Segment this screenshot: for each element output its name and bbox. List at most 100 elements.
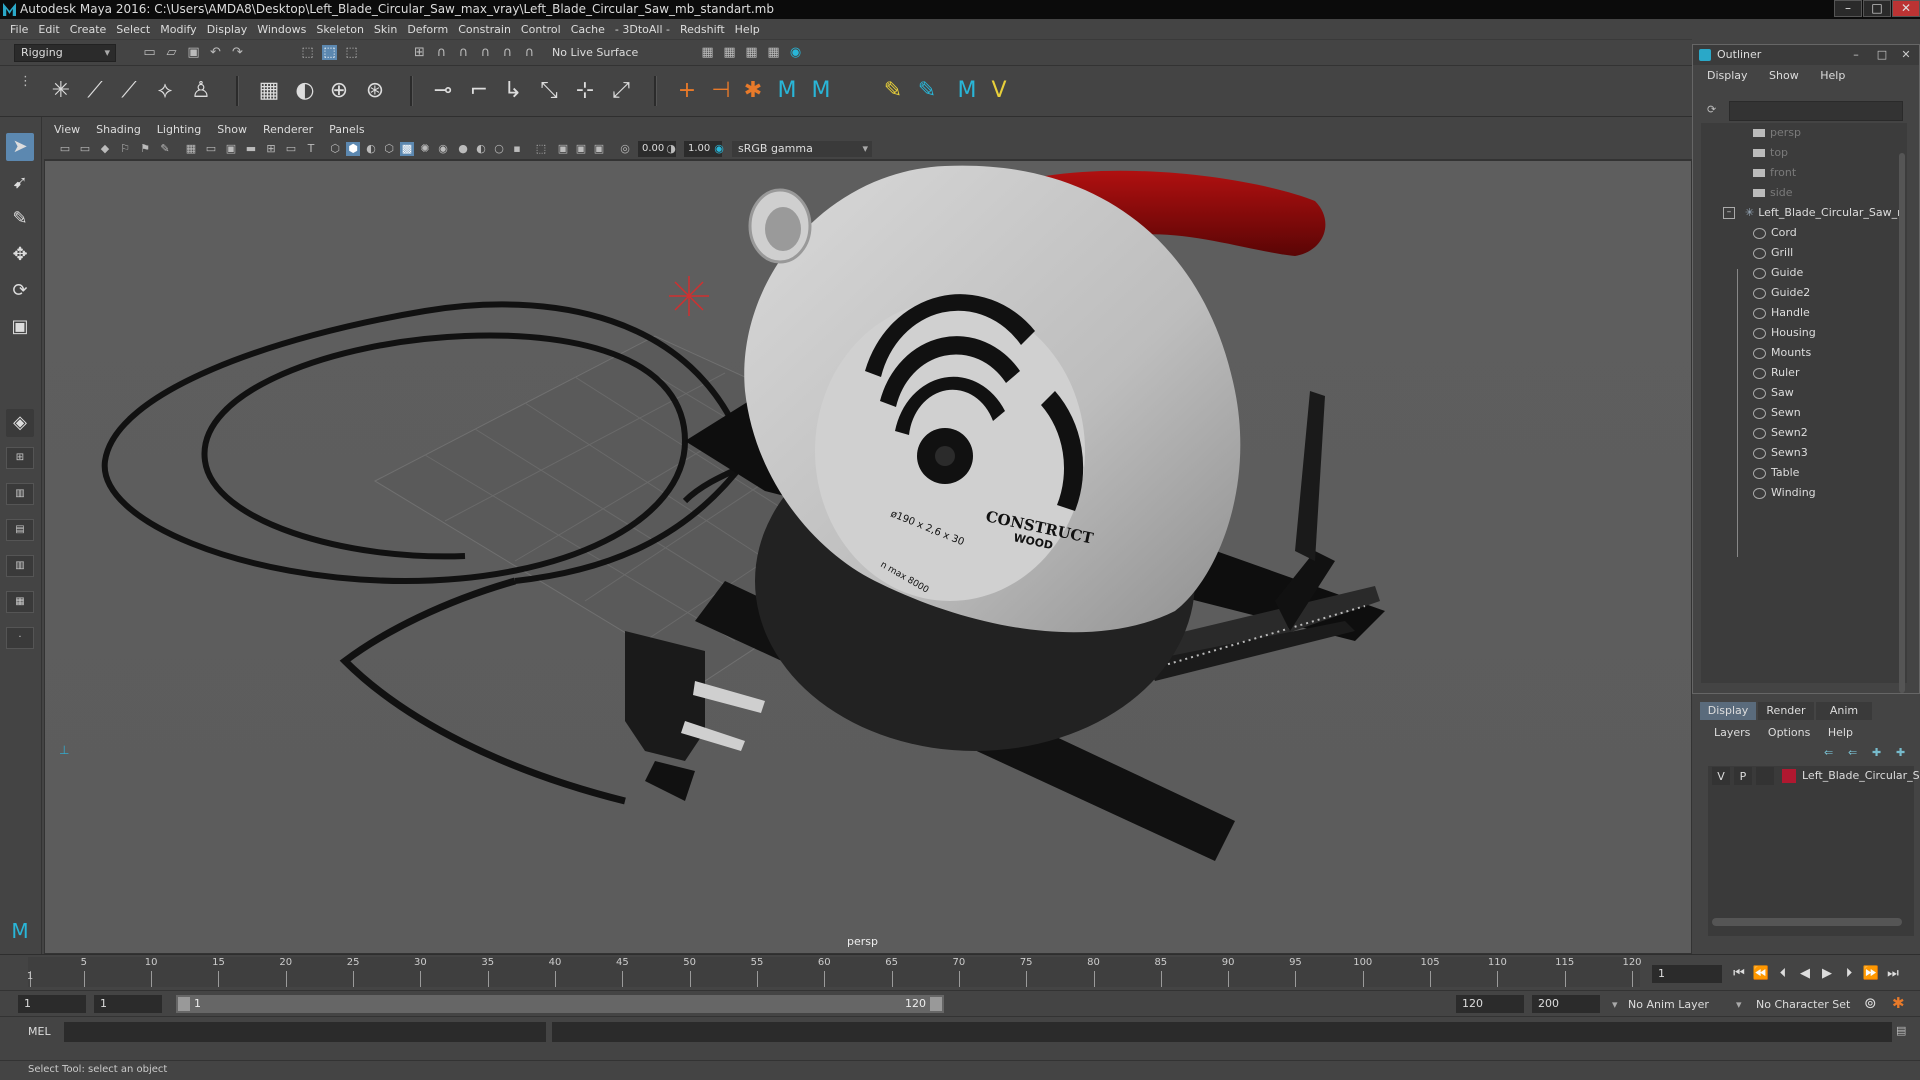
close-button[interactable]: ✕ bbox=[1892, 0, 1920, 17]
antialias-icon[interactable]: ○ bbox=[492, 142, 506, 156]
gamma-icon[interactable]: ◑ bbox=[664, 142, 678, 156]
point-constraint-icon[interactable]: ⌐ bbox=[466, 78, 492, 104]
menu-control[interactable]: Control bbox=[521, 23, 561, 36]
depth-of-field-icon[interactable]: ▪ bbox=[510, 142, 524, 156]
tab-display[interactable]: Display bbox=[1700, 702, 1756, 720]
wireframe-on-shaded-icon[interactable]: ⬡ bbox=[382, 142, 396, 156]
outliner-menu-display[interactable]: Display bbox=[1707, 69, 1748, 82]
list-item[interactable]: Winding bbox=[1753, 483, 1816, 503]
shelf-menu-icon[interactable]: ⋮ bbox=[18, 74, 33, 89]
list-item[interactable]: Guide2 bbox=[1753, 283, 1810, 303]
list-item[interactable]: Grill bbox=[1753, 243, 1793, 263]
menu-skeleton[interactable]: Skeleton bbox=[316, 23, 364, 36]
render-view-icon[interactable]: ▦ bbox=[700, 45, 715, 60]
create-joint-icon[interactable]: ⊣ bbox=[708, 78, 734, 104]
layer-row[interactable]: V P Left_Blade_Circular_Sa bbox=[1708, 766, 1920, 786]
range-end-handle[interactable] bbox=[930, 997, 942, 1011]
script-editor-icon[interactable]: ▤ bbox=[1896, 1024, 1906, 1037]
smooth-shade-icon[interactable]: ⬢ bbox=[346, 142, 360, 156]
menu-display[interactable]: Display bbox=[207, 23, 248, 36]
new-layer-icon[interactable]: ✚ bbox=[1872, 746, 1881, 759]
camera-attr-icon[interactable]: ▭ bbox=[78, 142, 92, 156]
outliner-v-scrollbar[interactable] bbox=[1899, 153, 1905, 693]
maya-tool-b-icon[interactable]: M bbox=[808, 78, 834, 104]
outliner-filter-input[interactable] bbox=[1729, 101, 1903, 121]
tab-anim[interactable]: Anim bbox=[1816, 702, 1872, 720]
layout-graph-icon[interactable]: ▥ bbox=[6, 555, 34, 577]
layers-menu-layers[interactable]: Layers bbox=[1714, 726, 1750, 739]
list-item[interactable]: Sewn bbox=[1753, 403, 1801, 423]
screen-ao-icon[interactable]: ● bbox=[456, 142, 470, 156]
menu-constrain[interactable]: Constrain bbox=[458, 23, 511, 36]
layout-two-icon[interactable]: ▥ bbox=[6, 483, 34, 505]
snap-view-icon[interactable]: ∩ bbox=[478, 45, 493, 60]
isolate-select-icon[interactable]: ⬚ bbox=[534, 142, 548, 156]
list-item[interactable]: Housing bbox=[1753, 323, 1816, 343]
vertex-tool-icon[interactable]: V bbox=[986, 78, 1012, 104]
vp-menu-panels[interactable]: Panels bbox=[329, 123, 364, 136]
motion-blur-icon[interactable]: ◐ bbox=[474, 142, 488, 156]
rotate-tool-icon[interactable]: ⟳ bbox=[6, 277, 34, 305]
menu-3dtoall[interactable]: - 3DtoAll - bbox=[615, 23, 670, 36]
grease-pencil-icon[interactable]: ✎ bbox=[158, 142, 172, 156]
character-set-select[interactable]: No Character Set bbox=[1756, 998, 1850, 1011]
wireframe-icon[interactable]: ⬡ bbox=[328, 142, 342, 156]
default-material-icon[interactable]: ◐ bbox=[364, 142, 378, 156]
go-to-start-icon[interactable]: ⏮ bbox=[1730, 965, 1748, 983]
ik-handle-icon[interactable]: ⟋ bbox=[82, 78, 108, 104]
command-input[interactable] bbox=[64, 1022, 546, 1042]
redo-icon[interactable]: ↷ bbox=[230, 45, 245, 60]
command-language-label[interactable]: MEL bbox=[28, 1025, 51, 1038]
snap-point-icon[interactable]: ∩ bbox=[456, 45, 471, 60]
bookmark-icon[interactable]: ◆ bbox=[98, 142, 112, 156]
menu-cache[interactable]: Cache bbox=[571, 23, 605, 36]
snap-surface-icon[interactable]: ∩ bbox=[500, 45, 515, 60]
list-item[interactable]: Sewn3 bbox=[1753, 443, 1808, 463]
textured-icon[interactable]: ▩ bbox=[400, 142, 414, 156]
play-backwards-icon[interactable]: ◀ bbox=[1796, 965, 1814, 983]
preferences-icon[interactable]: ✱ bbox=[1892, 994, 1905, 1012]
select-object-icon[interactable]: ⬚ bbox=[322, 45, 337, 60]
list-item[interactable]: Table bbox=[1753, 463, 1799, 483]
bind-skin-icon[interactable]: ⟡ bbox=[152, 78, 178, 104]
outliner-close-button[interactable]: ✕ bbox=[1899, 48, 1913, 62]
live-surface-label[interactable]: No Live Surface bbox=[552, 46, 638, 59]
scale-constraint-icon[interactable]: ⤡ bbox=[536, 78, 562, 104]
menu-edit[interactable]: Edit bbox=[38, 23, 59, 36]
list-item[interactable]: Guide bbox=[1753, 263, 1803, 283]
image-plane-icon[interactable]: ⚐ bbox=[118, 142, 132, 156]
menu-skin[interactable]: Skin bbox=[374, 23, 397, 36]
move-layer-down-icon[interactable]: ⇐ bbox=[1848, 746, 1857, 759]
layer-visibility-toggle[interactable]: V bbox=[1712, 767, 1730, 785]
playback-end-field[interactable]: 120 bbox=[1456, 995, 1524, 1013]
playback-start-field[interactable]: 1 bbox=[94, 995, 162, 1013]
vp-menu-shading[interactable]: Shading bbox=[96, 123, 141, 136]
list-item[interactable]: Ruler bbox=[1753, 363, 1799, 383]
open-scene-icon[interactable]: ▱ bbox=[164, 45, 179, 60]
layer-h-scrollbar[interactable] bbox=[1712, 918, 1902, 926]
layer-playback-toggle[interactable]: P bbox=[1734, 767, 1752, 785]
paint-select-icon[interactable]: ✎ bbox=[6, 205, 34, 233]
gate-mask-icon[interactable]: ▬ bbox=[244, 142, 258, 156]
lattice-icon[interactable]: ▦ bbox=[256, 78, 282, 104]
safe-title-icon[interactable]: T bbox=[304, 142, 318, 156]
lasso-tool-icon[interactable]: ➹ bbox=[6, 169, 34, 197]
menu-file[interactable]: File bbox=[10, 23, 28, 36]
xray-joints-icon[interactable]: ▣ bbox=[574, 142, 588, 156]
range-start-handle[interactable] bbox=[178, 997, 190, 1011]
exposure-icon[interactable]: ◎ bbox=[618, 142, 632, 156]
scale-tool-icon[interactable]: ▣ bbox=[6, 313, 34, 341]
resolution-gate-icon[interactable]: ▣ bbox=[224, 142, 238, 156]
single-pane-icon[interactable]: ◈ bbox=[6, 409, 34, 437]
perspective-viewport[interactable]: CONSTRUCT WOOD ø190 x 2,6 x 30 n max 800… bbox=[44, 160, 1692, 954]
parent-constraint-icon[interactable]: ⊸ bbox=[430, 78, 456, 104]
list-item[interactable]: persp bbox=[1753, 123, 1801, 143]
field-chart-icon[interactable]: ⊞ bbox=[264, 142, 278, 156]
color-management-icon[interactable]: ◉ bbox=[712, 142, 726, 156]
animation-start-field[interactable]: 1 bbox=[18, 995, 86, 1013]
undo-icon[interactable]: ↶ bbox=[208, 45, 223, 60]
vp-menu-lighting[interactable]: Lighting bbox=[157, 123, 201, 136]
hypershade-icon[interactable]: ◉ bbox=[788, 45, 803, 60]
current-frame-field[interactable]: 1 bbox=[1652, 965, 1722, 983]
layout-outliner-icon[interactable]: ▤ bbox=[6, 519, 34, 541]
